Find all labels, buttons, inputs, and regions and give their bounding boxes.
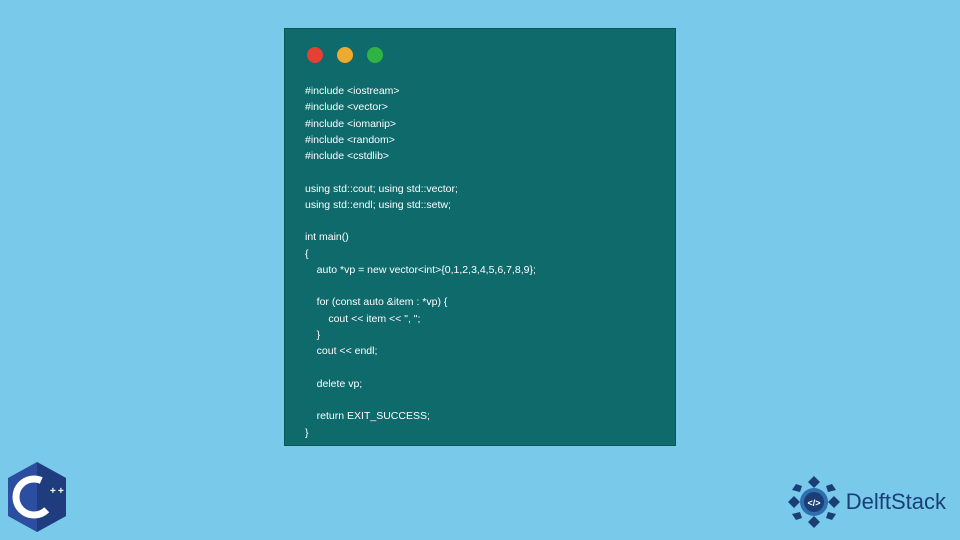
svg-text:+: + <box>50 486 56 497</box>
delftstack-logo: </> DelftStack <box>786 474 946 530</box>
minimize-icon[interactable] <box>337 47 353 63</box>
code-window: #include <iostream> #include <vector> #i… <box>284 28 676 446</box>
close-icon[interactable] <box>307 47 323 63</box>
window-traffic-lights <box>307 47 655 63</box>
svg-text:+: + <box>58 486 64 497</box>
cpp-logo-icon: + + <box>4 460 70 534</box>
code-block: #include <iostream> #include <vector> #i… <box>305 83 655 441</box>
svg-text:</>: </> <box>807 498 820 508</box>
maximize-icon[interactable] <box>367 47 383 63</box>
delftstack-label: DelftStack <box>846 489 946 515</box>
delftstack-badge-icon: </> <box>786 474 842 530</box>
